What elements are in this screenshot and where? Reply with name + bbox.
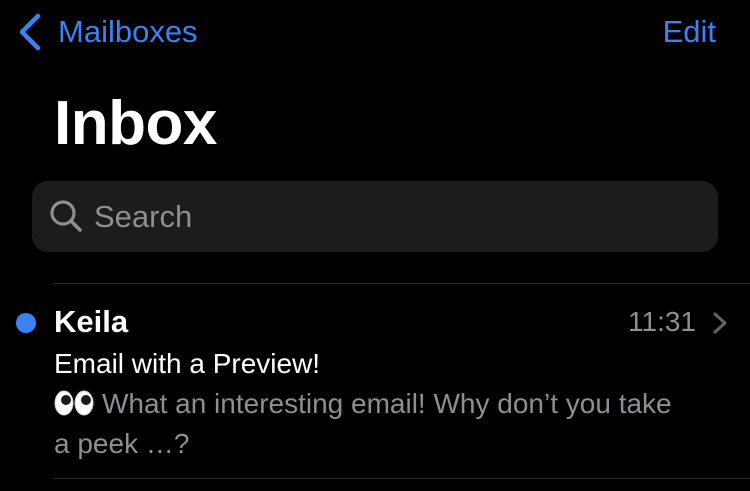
mail-preview-text: What an interesting email! Why don’t you… <box>54 388 672 459</box>
search-field[interactable]: Search <box>32 181 718 252</box>
mail-sender: Keila <box>54 304 129 339</box>
navigation-bar: Mailboxes Edit <box>0 0 750 64</box>
eyes-icon <box>54 390 94 416</box>
page-title: Inbox <box>54 89 217 158</box>
search-placeholder: Search <box>94 199 193 234</box>
unread-indicator <box>16 313 36 333</box>
back-to-mailboxes-button[interactable]: Mailboxes <box>16 12 198 52</box>
list-divider <box>54 478 750 479</box>
mail-time: 11:31 <box>628 306 696 337</box>
mail-list-item[interactable]: Keila 11:31 Email with a Preview! What a… <box>0 284 750 478</box>
mail-subject: Email with a Preview! <box>54 348 321 379</box>
search-icon <box>50 200 82 232</box>
back-button-label: Mailboxes <box>58 14 198 49</box>
chevron-left-icon <box>19 13 41 51</box>
edit-button[interactable]: Edit <box>663 12 716 52</box>
chevron-right-icon <box>713 312 727 334</box>
mail-preview: What an interesting email! Why don’t you… <box>54 384 694 464</box>
